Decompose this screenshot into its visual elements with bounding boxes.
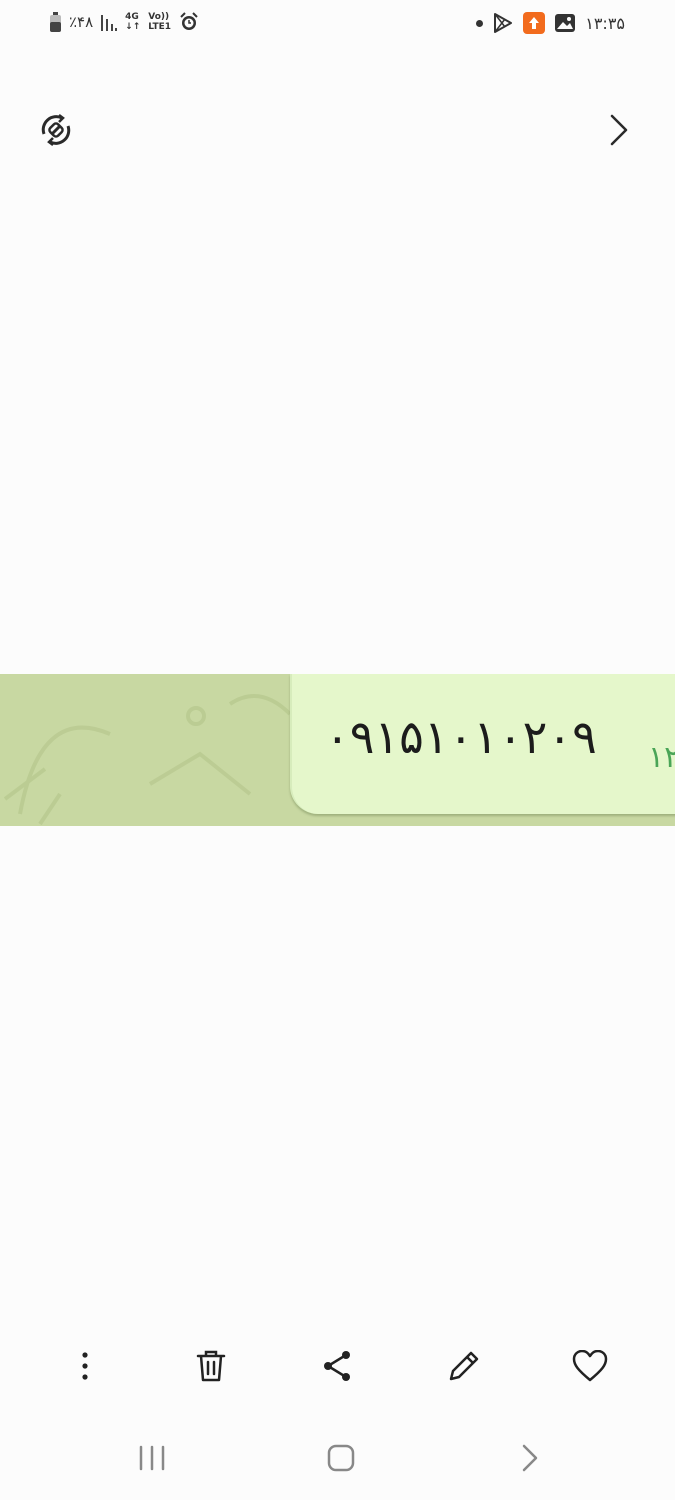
gallery-icon: [555, 14, 576, 32]
battery-percent: ٪۴۸: [69, 13, 94, 31]
share-button[interactable]: [313, 1342, 361, 1390]
back-icon: [522, 1444, 538, 1472]
recent-apps-icon: [139, 1445, 165, 1471]
network-type: 4G: [125, 12, 139, 22]
signal-icon: [101, 15, 118, 31]
volte-indicator: Vo)) LTE1: [148, 12, 171, 32]
chevron-right-icon: [610, 114, 628, 146]
message-time: ۱۲: [648, 740, 675, 775]
data-arrows-icon: ↓↑: [125, 22, 141, 32]
favorite-button[interactable]: [566, 1342, 614, 1390]
lte-label: LTE1: [148, 22, 172, 32]
share-icon: [324, 1351, 350, 1381]
clock: ۱۳:۳۵: [585, 13, 625, 33]
message-text: ۰۹۱۵۱۰۱۰۲۰۹: [325, 710, 597, 764]
rotate-icon: [41, 114, 71, 146]
upload-app-icon: [523, 12, 546, 34]
status-left: ٪۴۸ 4G ↓↑ Vo)) LTE1: [50, 12, 199, 32]
trash-icon: [196, 1350, 226, 1382]
edit-button[interactable]: [440, 1342, 488, 1390]
back-button[interactable]: [505, 1435, 555, 1481]
next-button[interactable]: [594, 106, 642, 154]
home-button[interactable]: [316, 1435, 366, 1481]
delete-button[interactable]: [187, 1342, 235, 1390]
alarm-icon: [180, 12, 198, 30]
pencil-icon: [449, 1351, 479, 1381]
recent-apps-button[interactable]: [127, 1435, 177, 1481]
rotate-button[interactable]: [32, 106, 80, 154]
volte-label: Vo)): [148, 12, 170, 22]
status-bar: ٪۴۸ 4G ↓↑ Vo)) LTE1 ۱۳:۳۵: [0, 0, 675, 50]
heart-icon: [572, 1350, 608, 1382]
chat-background-pattern: [3, 694, 292, 826]
play-store-icon: [494, 13, 513, 33]
more-options-button[interactable]: [61, 1342, 109, 1390]
notification-dot-icon: [476, 19, 484, 27]
home-icon: [327, 1444, 355, 1472]
battery-icon: [50, 12, 61, 32]
more-vertical-icon: [82, 1352, 88, 1380]
status-right: ۱۳:۳۵: [476, 12, 625, 34]
network-indicator: 4G ↓↑: [125, 12, 140, 32]
